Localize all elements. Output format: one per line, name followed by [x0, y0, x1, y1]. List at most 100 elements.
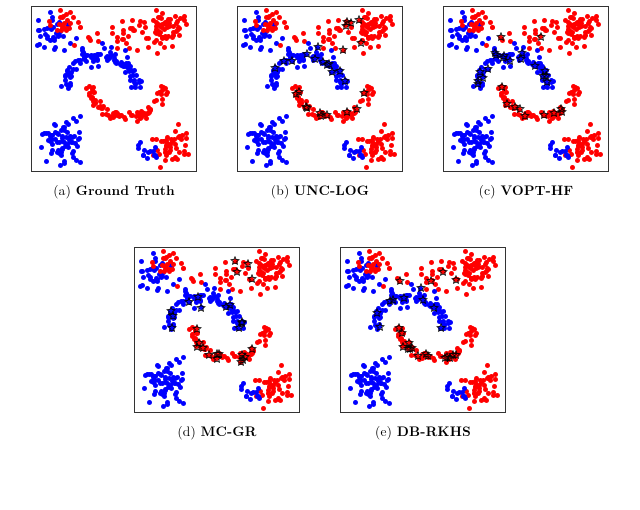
data-point-blue	[387, 355, 392, 360]
data-point-blue	[553, 153, 558, 158]
data-point-blue	[258, 38, 263, 43]
data-point-blue	[42, 45, 47, 50]
data-point-blue	[490, 114, 495, 119]
data-point-red	[346, 110, 351, 115]
data-point-blue	[351, 156, 356, 161]
data-point-blue	[404, 299, 409, 304]
data-point-blue	[329, 48, 334, 53]
data-point-red	[526, 110, 531, 115]
data-point-red	[380, 21, 385, 26]
data-point-red	[581, 137, 586, 142]
data-point-blue	[224, 303, 229, 308]
data-point-red	[163, 150, 168, 155]
data-point-red	[558, 45, 563, 50]
scatter-plot	[443, 6, 609, 172]
data-point-blue	[258, 122, 263, 127]
scatter-plot	[31, 6, 197, 172]
data-point-blue	[271, 130, 276, 135]
data-point-blue	[548, 143, 553, 148]
data-point-blue	[464, 122, 469, 127]
data-point-blue	[361, 279, 366, 284]
data-point-red	[279, 363, 284, 368]
data-point-blue	[226, 289, 231, 294]
data-point-red	[232, 354, 237, 359]
data-point-blue	[64, 135, 69, 140]
data-point-blue	[242, 28, 247, 33]
data-point-blue	[554, 148, 559, 153]
data-point-blue	[74, 36, 79, 41]
data-point-blue	[151, 251, 156, 256]
data-point-blue	[96, 64, 101, 69]
data-point-blue	[138, 85, 143, 90]
data-point-red	[464, 292, 469, 297]
data-point-blue	[205, 287, 210, 292]
data-point-blue	[474, 159, 479, 164]
data-point-red	[171, 251, 176, 256]
data-point-blue	[52, 38, 57, 43]
data-point-red	[350, 116, 355, 121]
data-point-blue	[351, 286, 356, 291]
data-point-blue	[180, 371, 185, 376]
data-point-red	[71, 15, 76, 20]
data-point-red	[363, 90, 368, 95]
data-point-blue	[464, 47, 469, 52]
data-point-blue	[496, 59, 501, 64]
data-point-blue	[36, 18, 41, 23]
data-point-red	[233, 259, 238, 264]
data-point-red	[161, 249, 166, 254]
data-point-red	[460, 23, 465, 28]
data-point-red	[533, 28, 538, 33]
data-point-blue	[248, 45, 253, 50]
data-point-blue	[142, 148, 147, 153]
data-point-red	[390, 136, 395, 141]
data-point-blue	[109, 45, 114, 50]
data-point-blue	[212, 286, 217, 291]
data-point-blue	[176, 300, 181, 305]
data-point-red	[266, 399, 271, 404]
data-point-red	[156, 15, 161, 20]
data-point-red	[290, 86, 295, 91]
caption: (b) UNC-LOG	[271, 180, 369, 199]
data-point-red	[48, 23, 53, 28]
data-point-red	[165, 25, 170, 30]
data-point-blue	[489, 130, 494, 135]
data-point-blue	[121, 62, 126, 67]
data-point-blue	[199, 305, 204, 310]
data-point-red	[174, 146, 179, 151]
panel-row-top: (a) Ground Truth (b) UNC-LOG (c) VOPT-HF	[0, 0, 640, 199]
data-point-red	[362, 15, 367, 20]
data-point-blue	[490, 160, 495, 165]
data-point-blue	[448, 18, 453, 23]
data-point-red	[170, 44, 175, 49]
caption: (e) DB-RKHS	[375, 421, 471, 440]
data-point-red	[431, 356, 436, 361]
data-point-red	[129, 113, 134, 118]
data-point-red	[552, 30, 557, 35]
data-point-red	[352, 45, 357, 50]
data-point-red	[191, 279, 196, 284]
data-point-red	[449, 351, 454, 356]
data-point-red	[287, 377, 292, 382]
figure: (a) Ground Truth (b) UNC-LOG (c) VOPT-HF…	[0, 0, 640, 510]
data-point-blue	[141, 275, 146, 280]
data-point-blue	[486, 36, 491, 41]
data-point-red	[259, 256, 264, 261]
data-point-blue	[452, 132, 457, 137]
data-point-red	[130, 18, 135, 23]
data-point-red	[397, 279, 402, 284]
data-point-blue	[371, 400, 376, 405]
data-point-red	[596, 131, 601, 136]
data-point-blue	[125, 55, 130, 60]
data-point-blue	[361, 288, 366, 293]
data-point-red	[358, 99, 363, 104]
data-point-blue	[165, 289, 170, 294]
data-point-red	[595, 143, 600, 148]
data-point-blue	[457, 34, 462, 39]
data-point-blue	[334, 78, 339, 83]
data-point-red	[217, 351, 222, 356]
data-point-blue	[70, 135, 75, 140]
data-point-red	[330, 41, 335, 46]
data-point-blue	[262, 132, 267, 137]
data-point-red	[277, 262, 282, 267]
data-point-red	[306, 112, 311, 117]
